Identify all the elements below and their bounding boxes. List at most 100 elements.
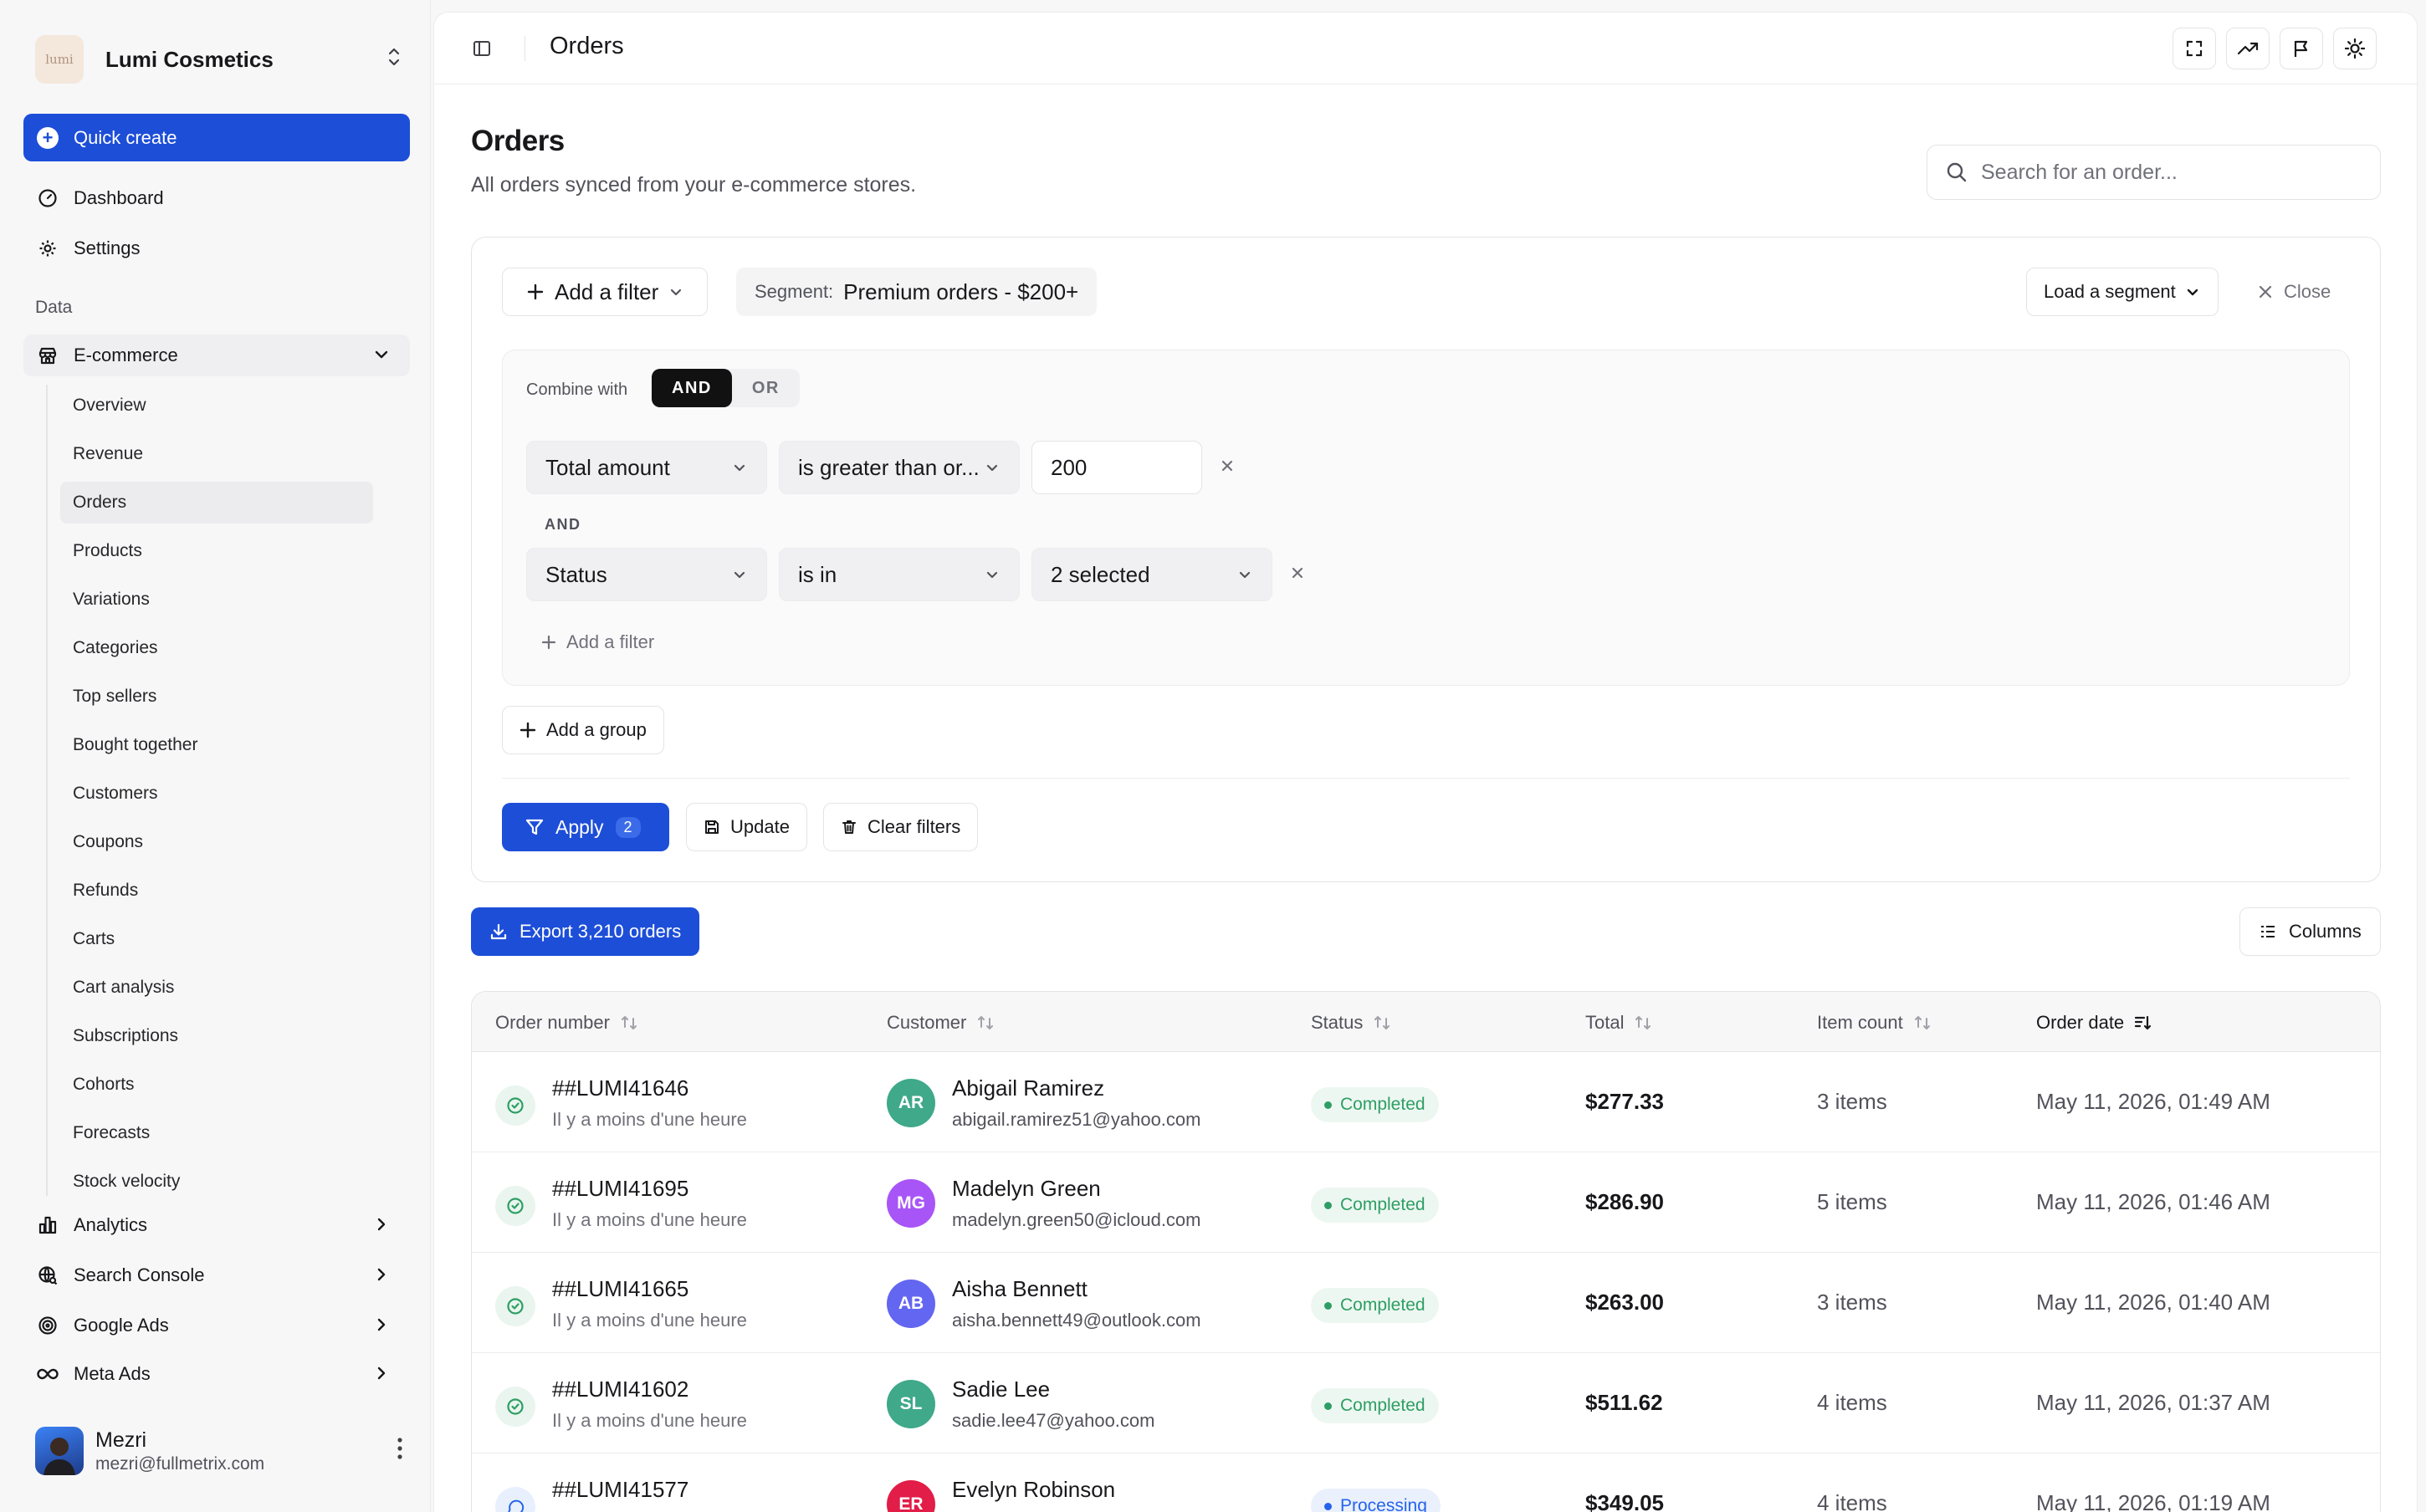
- flag-button[interactable]: [2280, 28, 2323, 69]
- sidebar-subitem-orders[interactable]: Orders: [60, 482, 373, 524]
- order-number[interactable]: ##LUMI41646: [552, 1075, 688, 1101]
- apply-button[interactable]: Apply 2: [502, 803, 669, 851]
- update-button[interactable]: Update: [686, 803, 807, 851]
- theme-toggle-button[interactable]: [2333, 28, 2377, 69]
- trending-button[interactable]: [2226, 28, 2270, 69]
- sidebar-item-label: Analytics: [74, 1214, 148, 1235]
- order-number[interactable]: ##LUMI41602: [552, 1377, 688, 1402]
- rule2-value-select[interactable]: 2 selected: [1031, 548, 1272, 601]
- order-number[interactable]: ##LUMI41577: [552, 1477, 688, 1503]
- add-group-button[interactable]: Add a group: [502, 706, 664, 754]
- sidebar-subitem-stock-velocity[interactable]: Stock velocity: [60, 1161, 373, 1203]
- sidebar-subitem-bought-together[interactable]: Bought together: [60, 724, 373, 766]
- sidebar-item-ecommerce[interactable]: E-commerce: [23, 335, 410, 376]
- user-profile[interactable]: Mezri mezri@fullmetrix.com: [35, 1427, 403, 1475]
- load-segment-button[interactable]: Load a segment: [2026, 268, 2219, 316]
- combine-with-label: Combine with: [526, 381, 628, 399]
- sidebar-subitem-label: Stock velocity: [73, 1172, 181, 1191]
- sidebar-subitem-revenue[interactable]: Revenue: [60, 433, 373, 475]
- sidebar-item-meta-ads[interactable]: Meta Ads: [23, 1353, 410, 1395]
- add-filter-inline-button[interactable]: Add a filter: [541, 631, 654, 653]
- order-total: $286.90: [1585, 1189, 1664, 1214]
- sidebar-subitem-overview[interactable]: Overview: [60, 385, 373, 427]
- sidebar-item-search-console[interactable]: Search Console: [23, 1254, 410, 1296]
- order-total: $511.62: [1585, 1390, 1663, 1415]
- workspace-switcher[interactable]: lumi Lumi Cosmetics: [35, 35, 403, 84]
- sidebar-subitem-forecasts[interactable]: Forecasts: [60, 1112, 373, 1154]
- add-filter-button[interactable]: Add a filter: [502, 268, 709, 316]
- sidebar-subitem-products[interactable]: Products: [60, 530, 373, 572]
- order-total: $263.00: [1585, 1290, 1664, 1315]
- column-header-order-date[interactable]: Order date: [2036, 1012, 2152, 1034]
- sidebar-subitem-variations[interactable]: Variations: [60, 579, 373, 621]
- infinity-icon: [37, 1363, 59, 1385]
- remove-rule1-icon[interactable]: [1219, 454, 1236, 480]
- column-header-customer[interactable]: Customer: [887, 1012, 995, 1034]
- sidebar-item-label: E-commerce: [74, 345, 178, 365]
- segment-chip[interactable]: Segment: Premium orders - $200+: [736, 268, 1098, 316]
- sidebar-subitem-label: Bought together: [73, 735, 198, 754]
- columns-button[interactable]: Columns: [2239, 907, 2381, 956]
- sidebar-subitem-subscriptions[interactable]: Subscriptions: [60, 1015, 373, 1057]
- quick-create-button[interactable]: + Quick create: [23, 114, 410, 161]
- sidebar-subitem-customers[interactable]: Customers: [60, 773, 373, 815]
- column-header-label: Total: [1585, 1012, 1625, 1033]
- rule1-field-select[interactable]: Total amount: [526, 441, 767, 494]
- sidebar-toggle-icon[interactable]: [469, 36, 494, 61]
- sidebar-item-google-ads[interactable]: Google Ads: [23, 1305, 410, 1346]
- rule2-operator-select[interactable]: is in: [779, 548, 1020, 601]
- bar-chart-icon: [37, 1214, 59, 1236]
- more-vertical-icon[interactable]: [397, 1437, 403, 1465]
- table-row[interactable]: ##LUMI41577 ER Evelyn Robinson Processing $3…: [472, 1453, 2380, 1512]
- user-name: Mezri: [95, 1428, 147, 1452]
- sidebar-subitem-refunds[interactable]: Refunds: [60, 870, 373, 912]
- sidebar-subitem-top-sellers[interactable]: Top sellers: [60, 676, 373, 718]
- sidebar-subitem-categories[interactable]: Categories: [60, 627, 373, 669]
- status-dot: [1324, 1101, 1332, 1109]
- sidebar-subitem-cohorts[interactable]: Cohorts: [60, 1064, 373, 1106]
- export-orders-button[interactable]: Export 3,210 orders: [471, 907, 700, 956]
- sidebar-subitem-label: Coupons: [73, 832, 144, 851]
- sidebar-subitem-coupons[interactable]: Coupons: [60, 821, 373, 863]
- sidebar-item-settings[interactable]: Settings: [23, 227, 410, 269]
- fullscreen-button[interactable]: [2173, 28, 2216, 69]
- column-header-status[interactable]: Status: [1311, 1012, 1391, 1034]
- status-label: Completed: [1340, 1396, 1425, 1415]
- search-box[interactable]: [1927, 145, 2381, 200]
- order-relative-time: Il y a moins d'une heure: [552, 1410, 747, 1431]
- sort-icon: [1635, 1016, 1651, 1029]
- sidebar-item-dashboard[interactable]: Dashboard: [23, 177, 410, 219]
- sidebar-subitem-label: Forecasts: [73, 1123, 151, 1142]
- clear-filters-label: Clear filters: [868, 816, 961, 837]
- sidebar-item-analytics[interactable]: Analytics: [23, 1204, 410, 1246]
- check-circle-icon: [495, 1286, 535, 1326]
- column-header-item-count[interactable]: Item count: [1817, 1012, 1932, 1034]
- rule1-operator-select[interactable]: is greater than or...: [779, 441, 1020, 494]
- item-count: 3 items: [1817, 1089, 1887, 1114]
- search-input[interactable]: [1981, 160, 2349, 185]
- table-row[interactable]: ##LUMI41695 Il y a moins d'une heure MG Mad…: [472, 1152, 2380, 1253]
- table-row[interactable]: ##LUMI41646 Il y a moins d'une heure AR Abi…: [472, 1052, 2380, 1152]
- check-circle-icon: [495, 1186, 535, 1226]
- close-filters-button[interactable]: Close: [2257, 268, 2331, 316]
- column-header-total[interactable]: Total: [1585, 1012, 1652, 1034]
- order-number[interactable]: ##LUMI41695: [552, 1176, 688, 1202]
- customer-avatar: AR: [887, 1079, 935, 1127]
- rule-connector-label: AND: [545, 516, 581, 533]
- table-row[interactable]: ##LUMI41665 Il y a moins d'une heure AB Ais…: [472, 1253, 2380, 1353]
- clear-filters-button[interactable]: Clear filters: [823, 803, 979, 851]
- apply-count-badge: 2: [615, 816, 641, 838]
- table-row[interactable]: ##LUMI41602 Il y a moins d'une heure SL Sad…: [472, 1353, 2380, 1453]
- sidebar-subitem-cart-analysis[interactable]: Cart analysis: [60, 967, 373, 1009]
- search-icon: [1947, 162, 1967, 182]
- sidebar-subitem-carts[interactable]: Carts: [60, 918, 373, 960]
- column-header-order-number[interactable]: Order number: [495, 1012, 638, 1034]
- status-badge: Completed: [1311, 1388, 1439, 1423]
- rule2-field-select[interactable]: Status: [526, 548, 767, 601]
- combine-or-option[interactable]: OR: [732, 369, 800, 407]
- combine-and-option[interactable]: AND: [652, 369, 732, 407]
- rule1-value-input[interactable]: 200: [1031, 441, 1202, 494]
- order-number[interactable]: ##LUMI41665: [552, 1276, 688, 1302]
- globe-search-icon: [37, 1264, 59, 1286]
- remove-rule2-icon[interactable]: [1289, 561, 1306, 587]
